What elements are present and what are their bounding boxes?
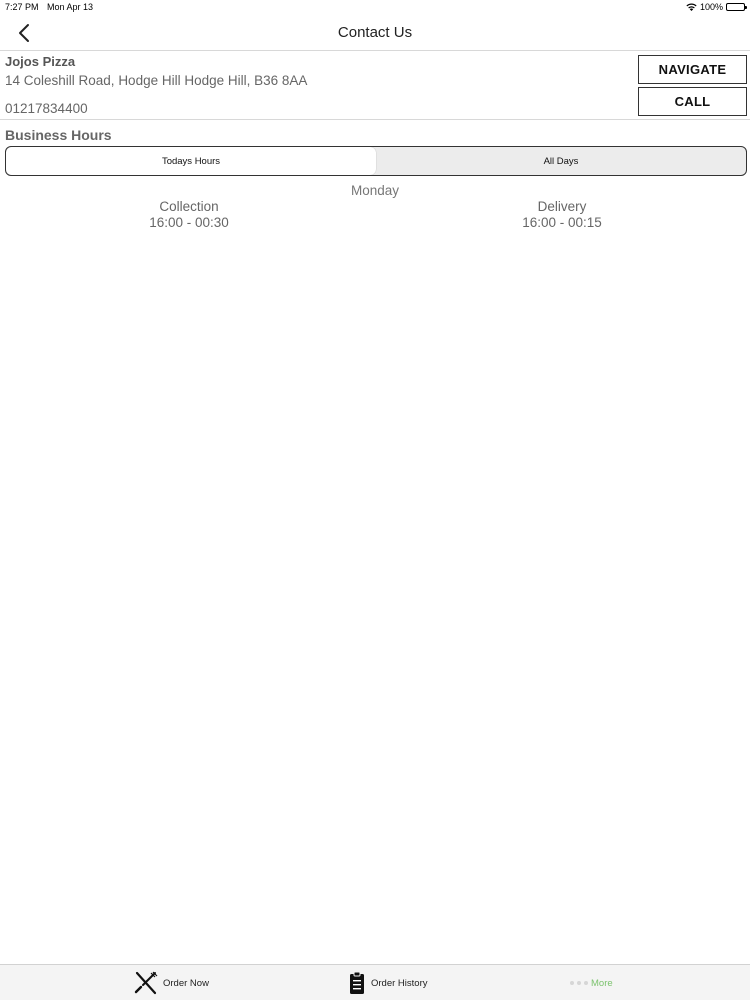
more-dots-icon (570, 981, 588, 985)
tab-order-history[interactable]: Order History (348, 965, 427, 1000)
store-info: Jojos Pizza 14 Coleshill Road, Hodge Hil… (0, 52, 750, 120)
page-title: Contact Us (337, 24, 413, 41)
tab-all-days[interactable]: All Days (376, 147, 746, 175)
tab-order-now-label: Order Now (163, 977, 209, 989)
navigate-button[interactable]: NAVIGATE (638, 55, 747, 84)
contact-us-screen: 7:27 PM Mon Apr 13 100% Contact Us Jojos… (0, 0, 750, 1000)
status-date: Mon Apr 13 (47, 2, 94, 12)
status-bar: 7:27 PM Mon Apr 13 100% (0, 0, 750, 16)
store-name: Jojos Pizza (5, 54, 76, 69)
delivery-time: 16:00 - 00:15 (522, 215, 602, 230)
navigation-bar: Contact Us (0, 16, 750, 51)
business-hours-title: Business Hours (5, 127, 112, 143)
tab-order-history-label: Order History (371, 977, 428, 989)
clipboard-icon (350, 971, 364, 994)
collection-hours: Collection 16:00 - 00:30 (89, 199, 289, 231)
status-right: 100% (686, 2, 747, 12)
hours-segmented-control: Todays Hours All Days (5, 146, 747, 176)
battery-icon (726, 3, 747, 11)
delivery-hours: Delivery 16:00 - 00:15 (462, 199, 662, 231)
store-phone: 01217834400 (5, 101, 88, 116)
tab-order-now[interactable]: Order Now (134, 965, 209, 1000)
collection-label: Collection (159, 199, 219, 214)
tab-todays-hours[interactable]: Todays Hours (6, 147, 376, 175)
delivery-label: Delivery (537, 199, 587, 214)
tab-bar: Order Now Order History More (0, 964, 750, 1000)
tab-more-label: More (591, 977, 613, 989)
call-button[interactable]: CALL (638, 87, 747, 116)
collection-time: 16:00 - 00:30 (149, 215, 229, 230)
store-address: 14 Coleshill Road, Hodge Hill Hodge Hill… (5, 73, 308, 88)
battery-percent: 100% (699, 2, 723, 12)
tab-more[interactable]: More (570, 965, 613, 1000)
day-label: Monday (350, 183, 400, 198)
fork-knife-icon (134, 971, 158, 995)
wifi-icon (686, 3, 697, 11)
status-time: 7:27 PM (5, 2, 39, 12)
